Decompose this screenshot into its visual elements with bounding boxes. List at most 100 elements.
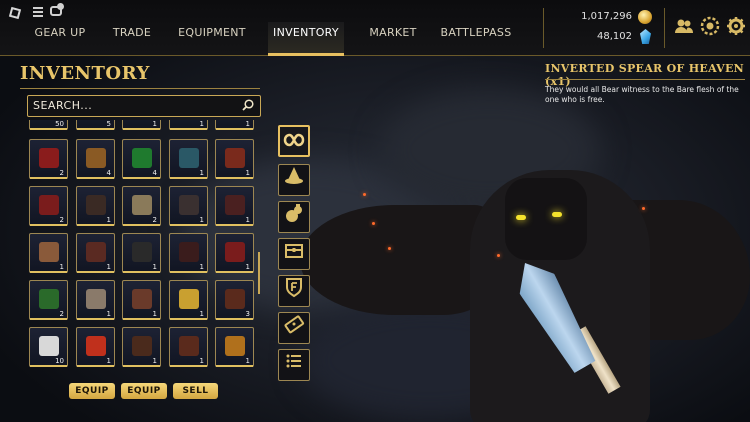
item-icon [179,242,199,262]
tab-battlepass[interactable]: BATTLEPASS [436,22,516,56]
slot-bar [216,177,253,179]
item-count: 1 [152,120,157,128]
inventory-slot[interactable]: 1 [76,327,115,367]
category-emblems-button[interactable] [278,275,310,307]
slot-bar [30,128,67,130]
character-eye [552,212,562,217]
inventory-slot[interactable]: 1 [122,120,161,130]
inventory-slot[interactable]: 10 [29,327,68,367]
inventory-slot[interactable]: 5 [76,120,115,130]
inventory-slot[interactable]: 1 [169,280,208,320]
slot-bar [77,271,114,273]
inventory-slot[interactable]: 2 [29,280,68,320]
inventory-slot[interactable]: 1 [215,327,254,367]
inventory-slot[interactable]: 1 [76,233,115,273]
category-chests-button[interactable] [278,238,310,270]
item-count: 1 [199,216,204,224]
inventory-slot[interactable]: 1 [122,233,161,273]
item-icon [39,148,59,168]
slot-bar [77,177,114,179]
item-icon [225,289,245,309]
inventory-slot[interactable]: 1 [122,280,161,320]
category-hats-button[interactable] [278,164,310,196]
equip-button[interactable]: EQUIP [69,383,115,399]
category-all-button[interactable] [278,125,310,157]
inventory-slot[interactable]: 1 [76,280,115,320]
equip-secondary-button[interactable]: EQUIP [121,383,167,399]
tab-trade[interactable]: TRADE [103,22,161,56]
roblox-logo-icon[interactable] [8,6,22,20]
sell-button[interactable]: SELL [173,383,218,399]
item-count: 4 [152,169,157,177]
wing-left [300,205,490,315]
slot-bar [30,271,67,273]
menu-icon[interactable] [33,7,43,19]
item-icon [86,289,106,309]
chat-badge-icon [57,3,64,10]
item-icon [225,148,245,168]
item-icon [179,336,199,356]
item-icon [225,242,245,262]
item-count: 2 [59,169,64,177]
item-count: 10 [55,357,64,365]
inventory-slot[interactable]: 4 [76,139,115,179]
divider [664,8,665,48]
inventory-slot[interactable]: 1 [169,120,208,130]
tab-market[interactable]: MARKET [360,22,426,56]
inventory-slot[interactable]: 1 [169,233,208,273]
slot-bar [123,365,160,367]
item-count: 3 [245,310,250,318]
item-count: 1 [245,263,250,271]
search-icon[interactable] [242,99,254,111]
potion-icon [286,204,302,222]
inventory-slot[interactable]: 3 [215,280,254,320]
inventory-slot[interactable]: 2 [29,186,68,226]
inventory-slot[interactable]: 1 [29,233,68,273]
inventory-slot[interactable]: 1 [76,186,115,226]
title-underline [20,88,260,89]
slot-bar [77,365,114,367]
item-count: 50 [55,120,64,128]
friends-icon[interactable] [674,16,694,36]
slot-bar [170,318,207,320]
item-count: 1 [152,357,157,365]
shield-icon [286,278,302,298]
item-icon [179,148,199,168]
item-icon [225,195,245,215]
achievements-icon[interactable] [700,16,720,36]
inventory-slot[interactable]: 1 [215,139,254,179]
gem-icon [640,29,651,44]
item-count: 1 [106,310,111,318]
tab-gear-up[interactable]: GEAR UP [24,22,96,56]
ticket-icon [284,315,305,334]
tab-inventory[interactable]: INVENTORY [268,22,344,56]
inventory-slot[interactable]: 1 [169,327,208,367]
item-icon [132,148,152,168]
inventory-slot[interactable]: 1 [215,120,254,130]
inventory-slot[interactable]: 1 [215,186,254,226]
inventory-slot[interactable]: 1 [169,139,208,179]
inventory-slot[interactable]: 50 [29,120,68,130]
inventory-slot[interactable]: 4 [122,139,161,179]
inventory-grid: 50 5 1 1 1 2 4 4 1 1 2 1 2 1 1 1 1 1 1 1 2 1 1 1 3 10 1 1 1 1 [26,120,256,370]
inventory-slot[interactable]: 2 [29,139,68,179]
item-icon [39,289,59,309]
slot-bar [170,365,207,367]
item-count: 1 [59,263,64,271]
slot-bar [170,177,207,179]
slot-bar [123,271,160,273]
search-input[interactable]: SEARCH... [27,95,261,117]
slot-bar [170,224,207,226]
inventory-slot[interactable]: 2 [122,186,161,226]
title-underline [545,79,745,80]
inventory-slot[interactable]: 1 [215,233,254,273]
scrollbar-thumb[interactable] [258,252,260,294]
category-tickets-button[interactable] [278,312,310,344]
category-potions-button[interactable] [278,201,310,233]
item-icon [39,195,59,215]
inventory-slot[interactable]: 1 [122,327,161,367]
inventory-slot[interactable]: 1 [169,186,208,226]
settings-gear-icon[interactable] [726,16,746,36]
category-list-button[interactable] [278,349,310,381]
tab-equipment[interactable]: EQUIPMENT [170,22,254,56]
